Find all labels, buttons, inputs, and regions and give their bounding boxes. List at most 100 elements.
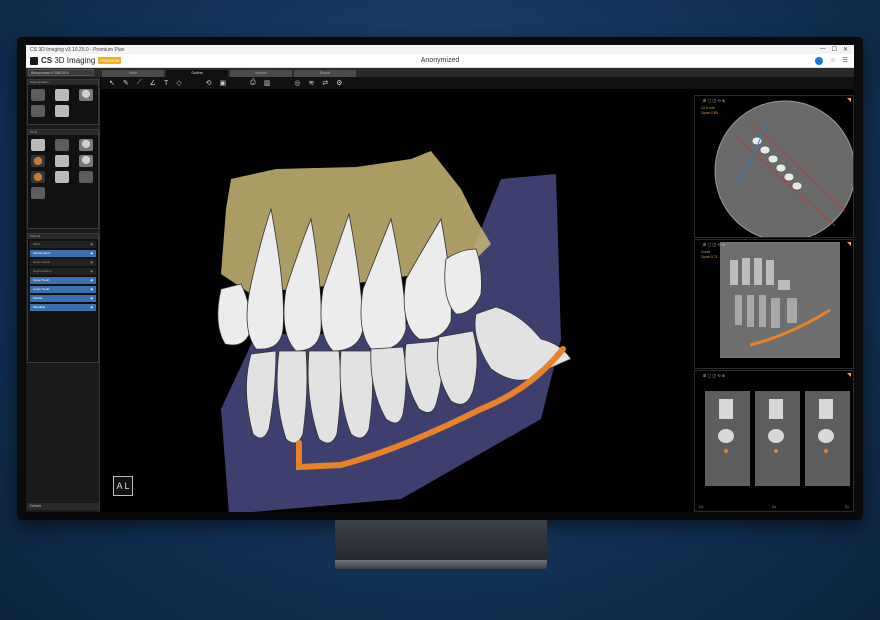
angle-icon[interactable]: ∠ (150, 79, 156, 87)
slice-label: Cx (699, 505, 704, 509)
view-toolbar: ↖ ✎ ⟋ ∠ T ◇ ⟲ ▣ ⎙ ▥ ◎ ≋ ⇄ ⚙ (101, 77, 854, 89)
eye-icon[interactable]: ◉ (90, 241, 93, 248)
screen: CS 3D Imaging v3.10.25.0 - Premium Plan … (26, 45, 854, 512)
slice-label: Cx (771, 505, 777, 509)
implant-icon[interactable] (55, 139, 69, 151)
print-icon[interactable]: ⎙ (250, 79, 256, 87)
axial-view[interactable]: ⊞ ▢ ◫ ⟲ ⊕ 22.0 mm Zoom 0.89 (694, 95, 854, 238)
tab-strip: Anonymized 07/08/2019 Main Outline Impla… (26, 68, 854, 77)
window-titlebar: CS 3D Imaging v3.10.25.0 - Premium Plan … (26, 45, 854, 54)
panoramic-view[interactable]: ⊞ ▢ ◫ ⟲ ⊕ Curve Zoom 0.71 (694, 239, 854, 369)
object-row[interactable]: Lower Teeth ◉ (30, 286, 96, 293)
eye-icon[interactable]: ◉ (90, 268, 93, 275)
left-panel: Segmentation Tools Objects Skull ◉ Maxil… (26, 77, 100, 512)
maximize-button[interactable]: ☐ (832, 46, 837, 53)
close-button[interactable]: ✕ (843, 46, 848, 53)
settings-icon[interactable]: ⚙ (336, 79, 342, 87)
crown-icon[interactable] (55, 105, 69, 117)
view-marker (847, 98, 851, 102)
preset-selector[interactable]: Default (27, 503, 99, 510)
slice-label: Cx (844, 505, 849, 509)
jaw-3d-render[interactable] (101, 89, 693, 512)
user-avatar[interactable] (815, 56, 824, 65)
patient-selector[interactable]: Anonymized 07/08/2019 (28, 69, 94, 76)
orientation-label: L (124, 481, 130, 491)
cross-section-images (705, 391, 850, 486)
zoom-level: Zoom 0.71 (701, 255, 718, 259)
share-icon[interactable]: ⇄ (322, 79, 328, 87)
shape-icon[interactable]: ◇ (176, 79, 181, 87)
tab-outline[interactable]: Outline (166, 70, 228, 77)
tab-export[interactable]: Export (294, 70, 356, 77)
cross-section-view[interactable]: ⊞ ▢ ◫ ⟲ ⊕ Cx Cx Cx (694, 370, 854, 512)
panoramic-image (720, 242, 840, 358)
pen-icon[interactable]: ✎ (123, 79, 129, 87)
nerve-icon[interactable] (31, 155, 45, 167)
object-label: Maxilla (33, 296, 43, 300)
skull-icon[interactable] (31, 89, 45, 101)
eye-icon[interactable]: ◉ (90, 259, 93, 266)
orientation-cube[interactable]: A L (113, 476, 133, 496)
measure-icon[interactable] (31, 171, 45, 183)
eye-icon[interactable]: ◉ (90, 277, 93, 284)
plan-badge: PREMIUM (98, 57, 122, 64)
jaw-icon[interactable] (31, 105, 45, 117)
monitor-base (335, 560, 547, 569)
zoom-level: Zoom 0.89 (701, 111, 718, 115)
objects-section: Objects Skull ◉ Maxilla Mesh ◉ Nerve Canal… (27, 233, 99, 363)
view-tools[interactable]: ⊞ ▢ ◫ ⟲ ⊕ (703, 242, 725, 247)
ruler-icon[interactable]: ⟋ (137, 79, 142, 87)
star-icon[interactable]: ☆ (830, 57, 835, 64)
implant-icon[interactable] (31, 187, 45, 199)
tooth-icon[interactable] (79, 155, 93, 167)
monitor-stand (335, 520, 547, 562)
eye-icon[interactable]: ◉ (90, 250, 93, 257)
bone-icon[interactable] (55, 171, 69, 183)
rotate-icon[interactable]: ⟲ (206, 79, 212, 87)
maxilla-icon[interactable] (55, 89, 69, 101)
object-row[interactable]: Maxilla Mesh ◉ (30, 250, 96, 257)
object-row[interactable]: Skull ◉ (30, 241, 96, 248)
object-row[interactable]: Mandible ◉ (30, 304, 96, 311)
view-marker (847, 242, 851, 246)
app-logo: CS 3D Imaging PREMIUM (26, 56, 122, 65)
tooth-icon[interactable] (79, 139, 93, 151)
trash-icon[interactable]: ▥ (264, 79, 271, 87)
menu-icon[interactable]: ☰ (843, 57, 848, 64)
object-row[interactable]: Segmentation ◉ (30, 268, 96, 275)
object-row[interactable]: Nerve Canal ◉ (30, 259, 96, 266)
view-marker (847, 373, 851, 377)
brand-name: CS (41, 56, 53, 65)
view-tools[interactable]: ⊞ ▢ ◫ ⟲ ⊕ (703, 373, 725, 378)
object-row[interactable]: Upper Teeth ◉ (30, 277, 96, 284)
segmentation-section: Segmentation (27, 79, 99, 125)
minimize-button[interactable]: — (820, 46, 826, 53)
object-label: Mandible (33, 305, 46, 309)
tools-section: Tools (27, 129, 99, 229)
3d-viewport[interactable]: A L (101, 89, 693, 512)
camera-icon[interactable]: ▣ (219, 79, 226, 87)
window-title: CS 3D Imaging v3.10.25.0 - Premium Plan (30, 46, 125, 53)
eye-icon[interactable]: ◉ (90, 295, 93, 302)
eye-icon[interactable]: ◉ (90, 304, 93, 311)
tab-main[interactable]: Main (102, 70, 164, 77)
tooth-icon[interactable] (79, 89, 93, 101)
orientation-label: A (116, 481, 123, 491)
logo-icon (30, 56, 38, 65)
object-row[interactable]: Maxilla ◉ (30, 295, 96, 302)
patient-name: Anonymized (420, 57, 460, 64)
text-icon[interactable]: T (164, 80, 168, 87)
object-label: Maxilla Mesh (33, 251, 51, 255)
arch-icon[interactable] (31, 139, 45, 151)
layers-icon[interactable]: ≋ (308, 79, 314, 87)
eye-icon[interactable]: ◉ (90, 286, 93, 293)
sun-icon[interactable]: ◎ (294, 79, 300, 87)
tab-implant[interactable]: Implant (230, 70, 292, 77)
crown-icon[interactable] (55, 155, 69, 167)
screw-icon[interactable] (79, 171, 93, 183)
axial-slice-image (714, 100, 853, 237)
object-label: Skull (33, 242, 40, 246)
cursor-icon[interactable]: ↖ (109, 79, 115, 87)
product-name: 3D Imaging (54, 56, 96, 65)
view-tools[interactable]: ⊞ ▢ ◫ ⟲ ⊕ (703, 98, 725, 103)
